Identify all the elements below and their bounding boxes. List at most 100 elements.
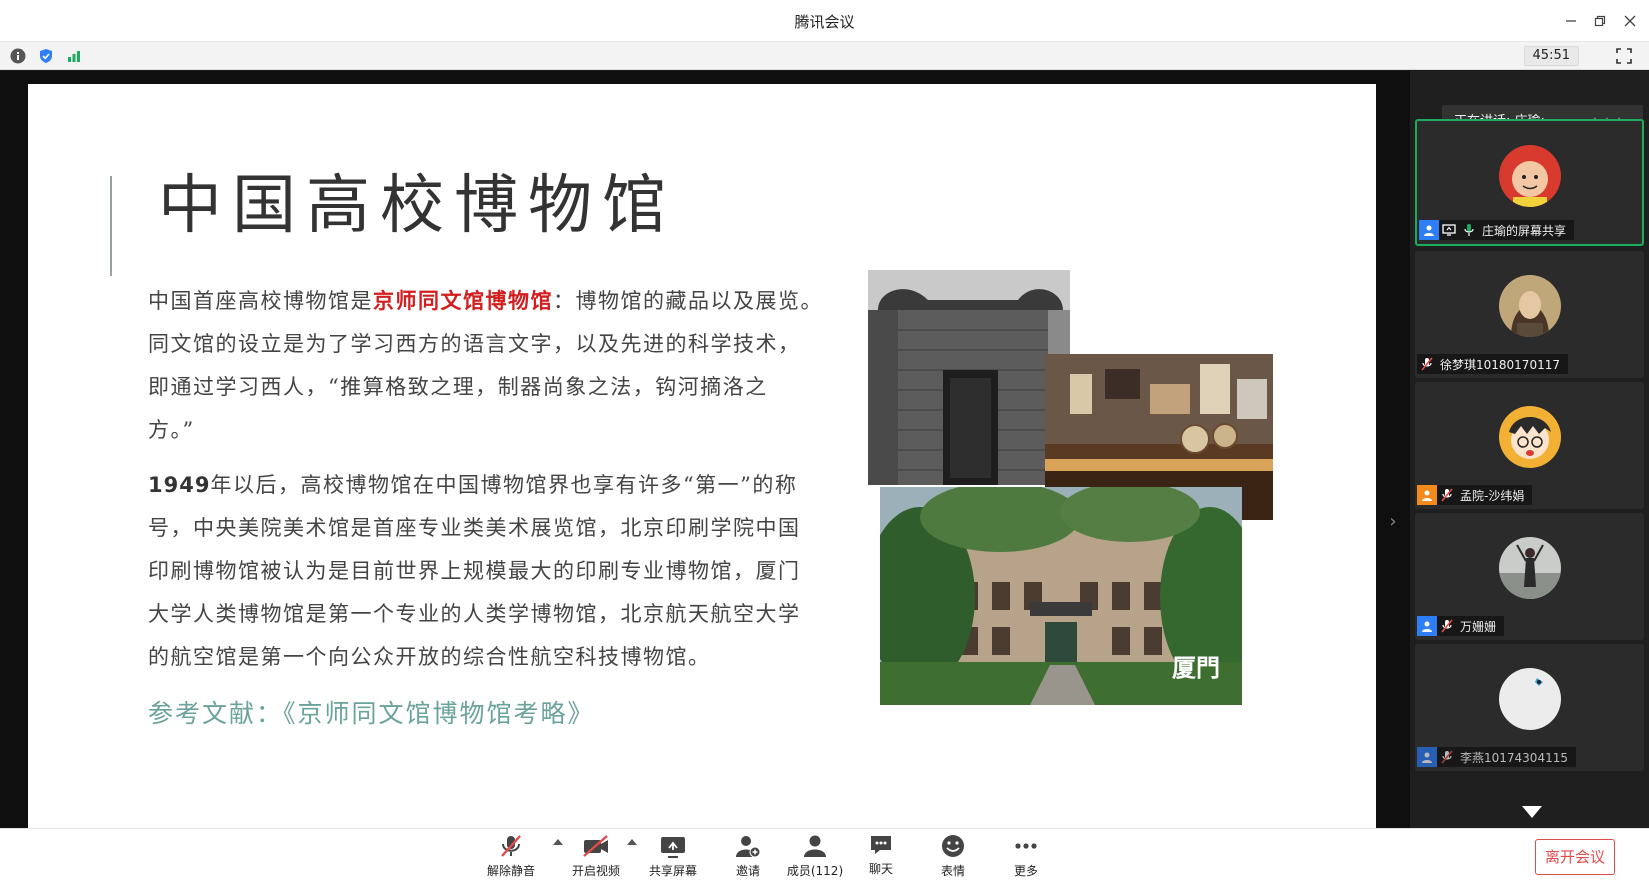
paragraph-1-line-2: 同文馆的设立是为了学习西方的语言文字，以及先进的科学技术，	[148, 332, 801, 356]
avatar	[1498, 537, 1561, 599]
old-gate-photo	[868, 270, 1070, 485]
minimize-icon	[1566, 20, 1576, 22]
share-screen-icon	[661, 837, 685, 858]
chat-button[interactable]: 聊天	[848, 833, 914, 881]
participant-name: 万姗姗	[1460, 619, 1497, 634]
chat-bubble-icon	[871, 836, 891, 854]
participant-tile-4[interactable]: 万姗姗	[1415, 513, 1644, 640]
para1-text-end: ：博物馆的藏品以及展览。	[553, 289, 823, 313]
paragraph-1-line-4: 方。”	[148, 418, 195, 442]
participant-label: 孟院-沙纬娟	[1417, 485, 1533, 505]
paragraph-2-line-1: 1949年以后，高校博物馆在中国博物馆界也享有许多“第一”的称	[148, 464, 801, 507]
scroll-down-arrow[interactable]	[1522, 806, 1542, 818]
emoji-label: 表情	[940, 864, 965, 878]
paragraph-2-line-2: 号，中央美院美术馆是首座专业类美术展览馆，北京印刷学院中国	[148, 516, 801, 540]
slide-title: 中国高校博物馆	[158, 169, 676, 243]
slide-reference: 参考文献：《京师同文馆博物馆考略》	[148, 699, 595, 728]
avatar-image-1	[1498, 145, 1561, 207]
share-screen-button[interactable]: 共享屏幕	[640, 833, 706, 881]
cohost-icon	[1417, 485, 1437, 505]
photo-signature: 厦門	[1172, 653, 1220, 682]
participant-video-rail: 正在讲话: 庄瑜; 庄瑜的屏幕共享 徐梦琪10180170117	[1410, 71, 1649, 828]
participant-name: 李燕10174304115	[1460, 750, 1568, 765]
signal-strength-icon[interactable]	[66, 48, 82, 64]
slide-paragraph-1: 中国首座高校博物馆是京师同文馆博物馆：博物馆的藏品以及展览。 同文馆的设立是为了…	[148, 279, 823, 452]
avatar-image-2	[1498, 275, 1561, 337]
paragraph-2-line-3: 印刷博物馆被认为是目前世界上规模最大的印刷专业博物馆，厦门	[148, 559, 801, 583]
share-label: 共享屏幕	[648, 864, 697, 878]
meeting-info-bar: 45:51	[0, 42, 1649, 70]
members-icon	[804, 835, 826, 857]
members-label: 成员(112)	[786, 864, 844, 878]
meeting-window: 腾讯会议 45:51 中国高校博物馆 中国首座高校博物馆是京师同文馆博物馆：博物…	[0, 0, 1649, 884]
add-user-icon	[736, 836, 761, 858]
minimize-button[interactable]	[1560, 10, 1582, 32]
meeting-timer: 45:51	[1523, 46, 1579, 66]
participant-name: 孟院-沙纬娟	[1460, 488, 1525, 503]
highlight-text: 京师同文馆博物馆	[373, 288, 553, 313]
emoji-button[interactable]: 表情	[920, 833, 986, 881]
microphone-muted-icon	[501, 835, 521, 857]
meeting-toolbar: 解除静音 开启视频 共享屏幕 邀请 成员(112) 聊天 表情 更多 离开会议	[0, 828, 1649, 884]
year-text: 1949	[148, 473, 211, 497]
members-button[interactable]: 成员(112)	[782, 833, 848, 881]
participant-role-icon	[1417, 747, 1437, 767]
more-dots-icon	[1015, 843, 1037, 849]
participant-tile-5[interactable]: 李燕10174304115	[1415, 644, 1644, 771]
invite-button[interactable]: 邀请	[715, 833, 781, 881]
avatar	[1498, 145, 1561, 207]
slide-paragraph-2: 1949年以后，高校博物馆在中国博物馆界也享有许多“第一”的称 号，中央美院美术…	[148, 464, 801, 679]
window-title: 腾讯会议	[794, 13, 855, 31]
participant-tile-3[interactable]: 孟院-沙纬娟	[1415, 382, 1644, 509]
presentation-slide: 中国高校博物馆 中国首座高校博物馆是京师同文馆博物馆：博物馆的藏品以及展览。 同…	[28, 84, 1376, 828]
old-gate-image	[868, 270, 1070, 485]
para1-text: 中国首座高校博物馆是	[148, 289, 373, 313]
smiley-face-icon	[942, 835, 964, 857]
leave-meeting-button[interactable]: 离开会议	[1535, 839, 1615, 875]
participant-name: 庄瑜的屏幕共享	[1482, 223, 1567, 238]
collapse-sidebar-toggle[interactable]: ›	[1385, 511, 1401, 541]
shared-screen-area: 中国高校博物馆 中国首座高校博物馆是京师同文馆博物馆：博物馆的藏品以及展览。 同…	[0, 71, 1410, 828]
avatar-image-5	[1498, 668, 1561, 730]
fullscreen-icon[interactable]	[1615, 47, 1633, 65]
avatar	[1498, 668, 1561, 730]
avatar	[1498, 406, 1561, 468]
title-bar: 腾讯会议	[0, 0, 1649, 42]
start-video-button[interactable]: 开启视频	[563, 833, 629, 881]
host-icon	[1419, 220, 1439, 240]
microphone-muted-icon	[1437, 616, 1457, 636]
chat-label: 聊天	[868, 862, 893, 876]
para2-text: 年以后，高校博物馆在中国博物馆界也享有许多“第一”的称	[210, 473, 798, 497]
close-button[interactable]	[1619, 10, 1641, 32]
participant-role-icon	[1417, 616, 1437, 636]
screen-share-icon	[1439, 220, 1459, 240]
participant-label: 徐梦琪10180170117	[1417, 354, 1568, 374]
paragraph-1-line-1: 中国首座高校博物馆是京师同文馆博物馆：博物馆的藏品以及展览。	[148, 279, 823, 323]
microphone-muted-icon	[1437, 485, 1457, 505]
participant-label: 李燕10174304115	[1417, 747, 1576, 767]
participant-label: 庄瑜的屏幕共享	[1419, 220, 1575, 240]
title-accent-bar	[110, 176, 112, 276]
restore-button[interactable]	[1589, 10, 1611, 32]
avatar	[1498, 275, 1561, 337]
security-shield-icon[interactable]	[38, 48, 54, 64]
video-options-caret[interactable]	[627, 839, 637, 845]
unmute-button[interactable]: 解除静音	[478, 833, 544, 881]
paragraph-2-line-4: 大学人类博物馆是第一个专业的人类学博物馆，北京航天航空大学	[148, 602, 801, 626]
paragraph-2-line-5: 的航空馆是第一个向公众开放的综合性航空科技博物馆。	[148, 645, 711, 669]
restore-icon	[1594, 15, 1606, 27]
info-icon[interactable]	[10, 48, 26, 64]
more-button[interactable]: 更多	[993, 833, 1059, 881]
more-label: 更多	[1013, 864, 1038, 878]
audio-options-caret[interactable]	[553, 839, 563, 845]
avatar-image-4	[1498, 537, 1561, 599]
participant-label: 万姗姗	[1417, 616, 1505, 636]
unmute-label: 解除静音	[486, 864, 535, 878]
participant-tile-2[interactable]: 徐梦琪10180170117	[1415, 251, 1644, 378]
participant-tile-1[interactable]: 庄瑜的屏幕共享	[1415, 119, 1644, 246]
participant-name: 徐梦琪10180170117	[1440, 357, 1560, 372]
camera-off-icon	[583, 835, 608, 857]
video-label: 开启视频	[571, 864, 620, 878]
microphone-muted-icon	[1417, 354, 1437, 374]
invite-label: 邀请	[735, 864, 760, 878]
